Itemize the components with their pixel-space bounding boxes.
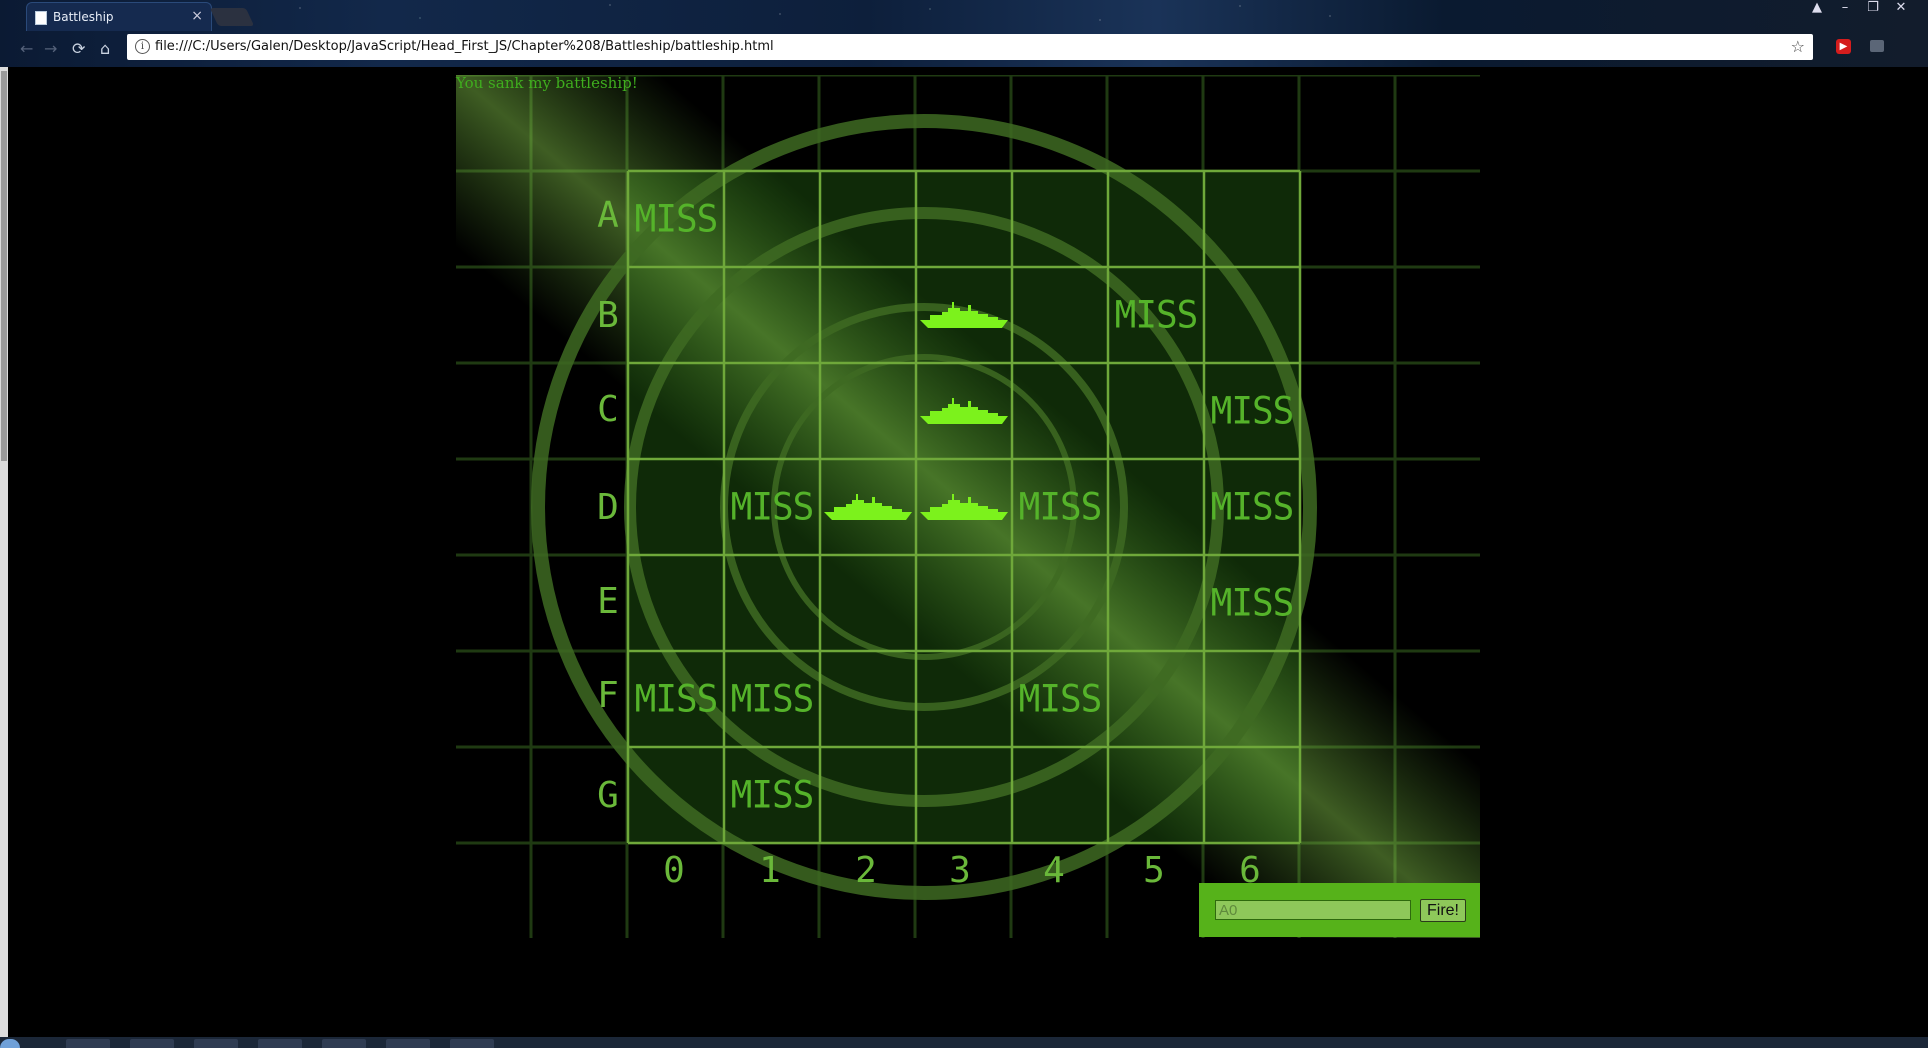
extension-icon-red[interactable]: ▶ — [1836, 39, 1851, 54]
miss-marker: MISS — [634, 197, 719, 241]
row-label-e: E — [597, 581, 619, 622]
close-window-button[interactable]: ✕ — [1892, 0, 1910, 18]
miss-marker: MISS — [1018, 485, 1103, 529]
cell-miss-b5[interactable]: MISS — [1108, 267, 1204, 363]
cell-miss-e6[interactable]: MISS — [1204, 555, 1300, 651]
cell-miss-f1[interactable]: MISS — [724, 651, 820, 747]
cell-miss-d6[interactable]: MISS — [1204, 459, 1300, 555]
row-label-a: A — [597, 195, 619, 236]
page-icon — [35, 11, 47, 25]
miss-marker: MISS — [1210, 581, 1295, 625]
home-icon[interactable]: ⌂ — [100, 39, 110, 58]
col-label-2: 2 — [855, 850, 877, 891]
cell-miss-a0[interactable]: MISS — [628, 171, 724, 267]
cell-hit-b3[interactable] — [916, 267, 1012, 363]
row-label-d: D — [597, 487, 619, 528]
guess-form: Fire! — [1199, 883, 1480, 937]
miss-marker: MISS — [730, 677, 815, 721]
message-area: You sank my battleship! — [456, 74, 638, 92]
profile-icon[interactable]: ▲ — [1808, 0, 1826, 18]
battleship-icon — [918, 394, 1010, 428]
back-arrow-icon[interactable]: ← — [20, 39, 33, 58]
col-label-3: 3 — [949, 850, 971, 891]
cell-miss-d4[interactable]: MISS — [1012, 459, 1108, 555]
battleship-icon — [918, 298, 1010, 332]
miss-marker: MISS — [730, 485, 815, 529]
miss-marker: MISS — [634, 677, 719, 721]
guess-input[interactable] — [1215, 900, 1411, 920]
miss-marker: MISS — [1210, 485, 1295, 529]
forward-arrow-icon[interactable]: → — [44, 39, 57, 58]
taskbar — [0, 1037, 1928, 1048]
miss-marker: MISS — [1210, 389, 1295, 433]
window-controls: ▲ – ❐ ✕ — [1808, 0, 1910, 18]
close-tab-icon[interactable]: × — [191, 8, 203, 24]
miss-marker: MISS — [1018, 677, 1103, 721]
game-board: A B C D E F G 0 1 2 3 4 5 6 MISS MISS MISS… — [456, 75, 1480, 938]
cell-hit-c3[interactable] — [916, 363, 1012, 459]
col-label-0: 0 — [663, 850, 685, 891]
minimize-button[interactable]: – — [1836, 0, 1854, 18]
cell-miss-c6[interactable]: MISS — [1204, 363, 1300, 459]
cell-miss-f4[interactable]: MISS — [1012, 651, 1108, 747]
col-label-1: 1 — [759, 850, 781, 891]
bookmark-star-icon[interactable]: ☆ — [1791, 37, 1805, 56]
row-label-b: B — [597, 295, 619, 336]
scrollbar[interactable] — [0, 67, 8, 1037]
tab-battleship[interactable]: Battleship × — [26, 2, 212, 31]
miss-marker: MISS — [1114, 293, 1199, 337]
url-text[interactable]: file:///C:/Users/Galen/Desktop/JavaScrip… — [155, 39, 774, 54]
cell-hit-d3[interactable] — [916, 459, 1012, 555]
restore-button[interactable]: ❐ — [1864, 0, 1882, 18]
tab-title: Battleship — [53, 10, 114, 24]
browser-titlebar: Battleship × ▲ – ❐ ✕ ← → ⟳ ⌂ i file:///C… — [0, 0, 1928, 67]
col-label-5: 5 — [1143, 850, 1165, 891]
miss-marker: MISS — [730, 773, 815, 817]
site-info-icon[interactable]: i — [135, 39, 150, 54]
col-label-4: 4 — [1043, 850, 1065, 891]
battleship-icon — [918, 490, 1010, 524]
cell-miss-d1[interactable]: MISS — [724, 459, 820, 555]
row-label-f: F — [597, 675, 619, 716]
cell-hit-d2[interactable] — [820, 459, 916, 555]
cell-miss-g1[interactable]: MISS — [724, 747, 820, 843]
battleship-icon — [822, 490, 914, 524]
row-label-g: G — [597, 775, 619, 816]
extension-icon-grey[interactable] — [1870, 40, 1884, 52]
row-label-c: C — [597, 389, 619, 430]
reload-icon[interactable]: ⟳ — [72, 39, 85, 58]
address-bar[interactable]: i file:///C:/Users/Galen/Desktop/JavaScr… — [127, 34, 1813, 60]
fire-button[interactable]: Fire! — [1420, 899, 1466, 922]
cell-miss-f0[interactable]: MISS — [628, 651, 724, 747]
